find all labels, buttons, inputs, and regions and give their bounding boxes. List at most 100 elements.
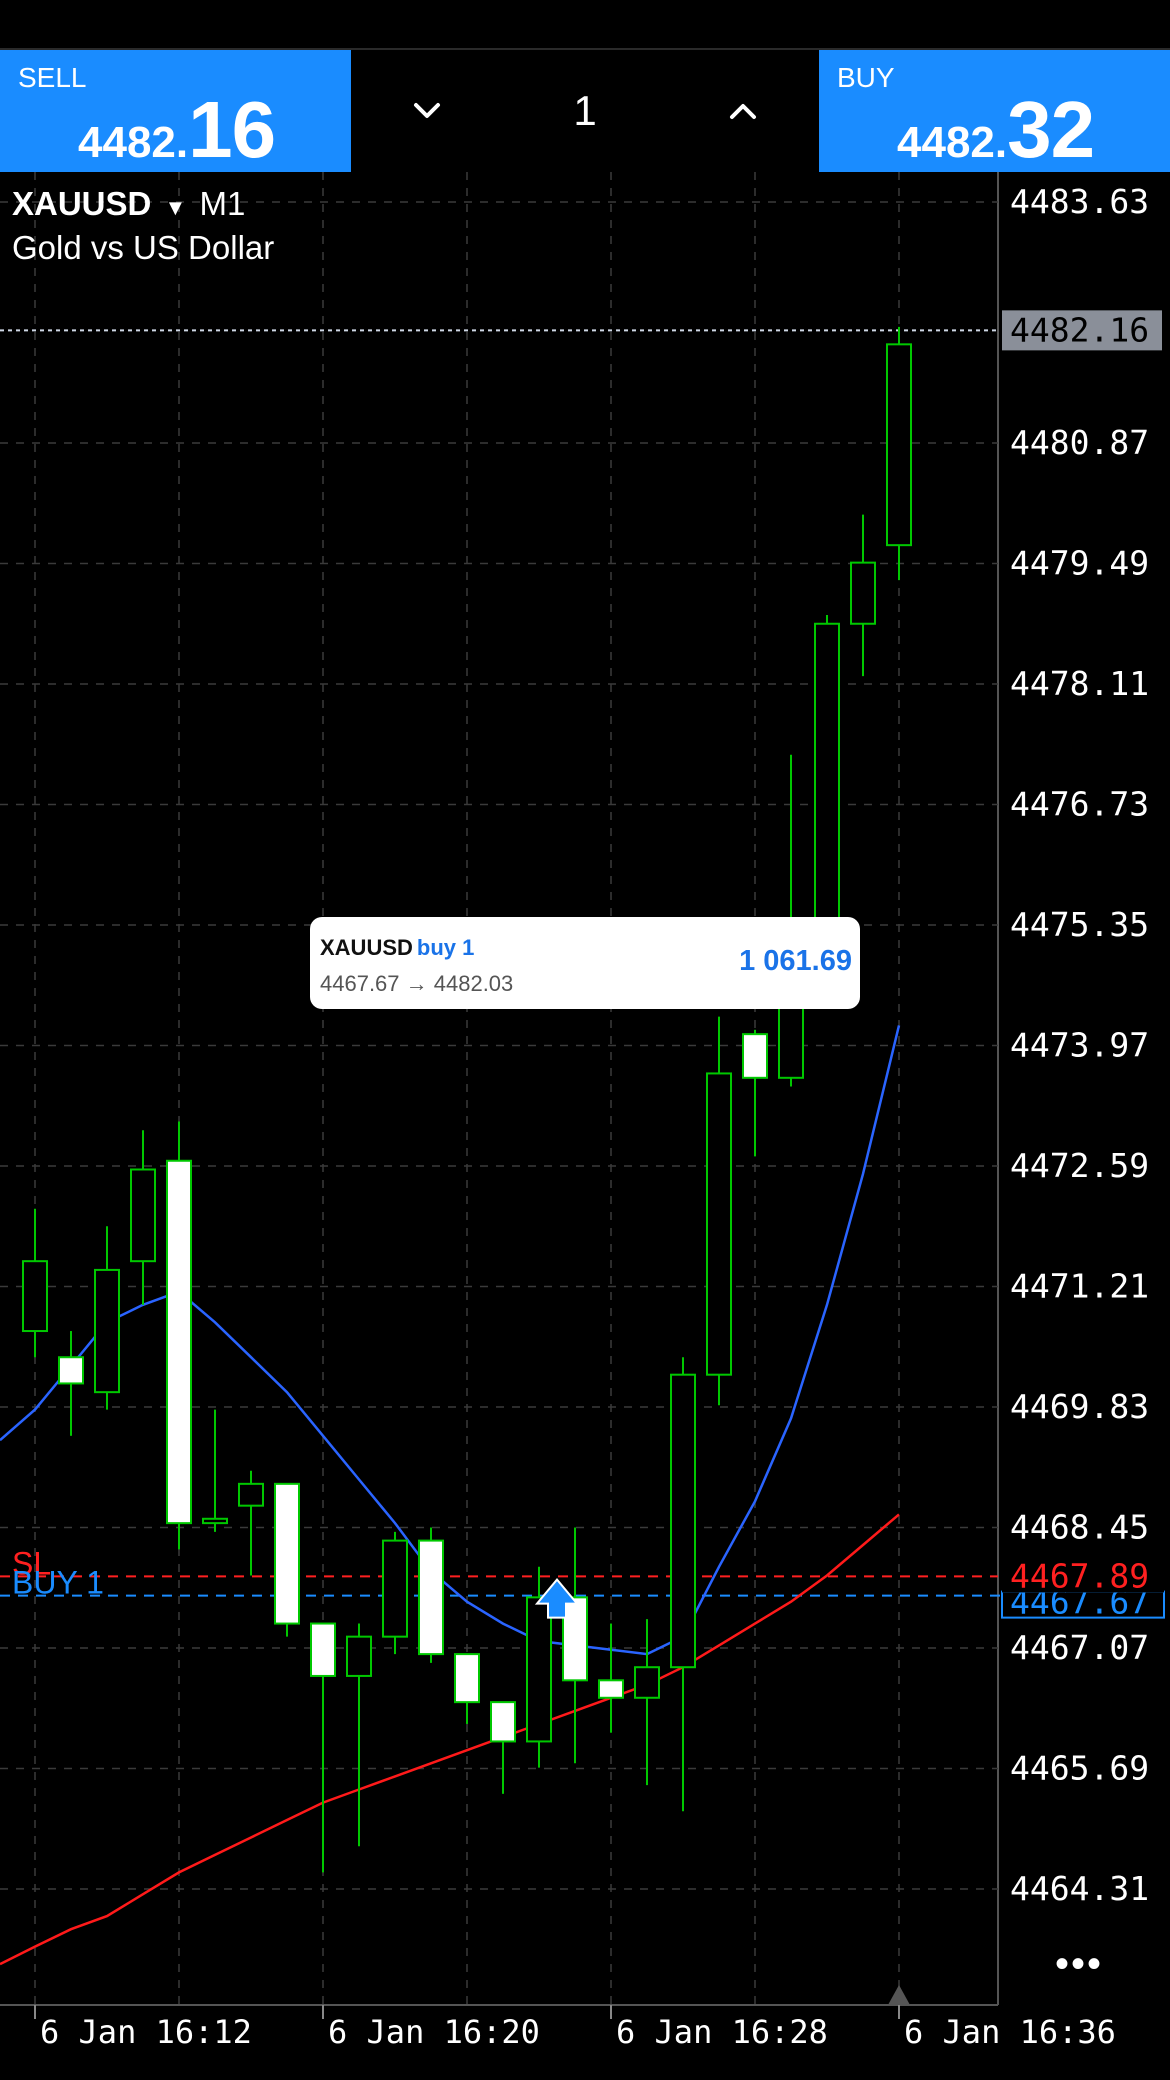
buy-price: 4482.32 <box>897 84 1095 176</box>
chart-shift-icon <box>888 1985 910 2005</box>
time-tick-label: 6 Jan 16:20 <box>328 2013 540 2051</box>
sell-price: 4482.16 <box>78 84 276 176</box>
price-tick-label: 4471.21 <box>1010 1267 1149 1306</box>
candle <box>274 1482 300 1637</box>
candle-body <box>670 1373 696 1669</box>
time-tick-label: 6 Jan 16:36 <box>904 2013 1116 2051</box>
candle <box>454 1653 480 1724</box>
candle-body <box>202 1517 228 1525</box>
ma-fast-line <box>0 1025 901 1656</box>
price-tick-label: 4479.49 <box>1010 544 1149 583</box>
candle <box>418 1527 444 1663</box>
current-price-tag-label: 4482.16 <box>1010 310 1149 349</box>
candle-body <box>58 1356 84 1385</box>
chart-header[interactable]: XAUUSD ▼ M1 Gold vs US Dollar <box>12 185 274 267</box>
candle-body <box>418 1539 444 1656</box>
candle-body <box>22 1260 48 1333</box>
symbol-description: Gold vs US Dollar <box>12 229 275 266</box>
sell-price-pips: 16 <box>188 85 276 174</box>
candle <box>238 1470 264 1576</box>
trade-popup-type: buy 1 <box>416 935 475 960</box>
price-tick-label: 4465.69 <box>1010 1749 1149 1788</box>
candle-body <box>94 1268 120 1394</box>
sl-price-tag-label: 4467.89 <box>1010 1556 1149 1595</box>
candle <box>58 1331 84 1436</box>
price-chart[interactable]: SLBUY 1 4483.634480.874479.494478.114476… <box>0 172 1170 2080</box>
time-axis: 6 Jan 16:12 6 Jan 16:20 6 Jan 16:28 6 Jan 1… <box>34 2005 1116 2051</box>
price-tick-label: 4480.87 <box>1010 423 1149 462</box>
price-axis: 4483.63 4480.87 4479.49 4478.11 4476.73 4475.… <box>1001 182 1165 1908</box>
candle <box>562 1527 588 1764</box>
timeframe-label: M1 <box>199 185 246 222</box>
trade-popup-profit: 1 061.69 <box>739 945 852 977</box>
buy-price-main: 4482. <box>897 118 1008 167</box>
candle <box>886 326 912 581</box>
sell-label: SELL <box>18 62 87 93</box>
candle-body <box>526 1596 552 1743</box>
buy-price-pips: 32 <box>1007 85 1095 174</box>
status-bar <box>0 0 1170 48</box>
candle-body <box>598 1679 624 1699</box>
time-tick-label: 6 Jan 16:28 <box>616 2013 828 2051</box>
price-tick-label: 4475.35 <box>1010 905 1149 944</box>
candle-body <box>886 343 912 547</box>
price-tick-label: 4468.45 <box>1010 1508 1149 1547</box>
trade-popup-prices: 4467.67 → 4482.03 <box>320 971 514 996</box>
candle <box>166 1121 192 1550</box>
trade-popup-symbol: XAUUSD <box>320 935 413 960</box>
candle <box>598 1623 624 1733</box>
candle <box>634 1619 660 1786</box>
ma-slow-line <box>0 1513 900 1966</box>
more-options-icon[interactable]: ••• <box>1055 1942 1103 1987</box>
volume-increase-button[interactable] <box>698 50 788 172</box>
price-tick-label: 4483.63 <box>1010 182 1149 221</box>
candle-body <box>238 1482 264 1507</box>
candle-body <box>634 1666 660 1699</box>
candle <box>670 1357 696 1812</box>
symbol-dropdown-icon: ▼ <box>164 195 187 220</box>
buy-button[interactable]: BUY 4482.32 <box>819 50 1170 174</box>
candle-body <box>130 1168 156 1263</box>
candle <box>202 1409 228 1532</box>
sell-price-main: 4482. <box>78 118 189 167</box>
candle-body <box>454 1653 480 1704</box>
candle <box>346 1623 372 1847</box>
candle-body <box>382 1539 408 1638</box>
candle-body <box>346 1635 372 1677</box>
sell-button[interactable]: SELL 4482.16 <box>0 50 351 174</box>
candle <box>130 1130 156 1305</box>
candle <box>94 1226 120 1410</box>
buy-line-label: BUY 1 <box>12 1565 104 1601</box>
candle <box>382 1531 408 1655</box>
volume-value[interactable]: 1 <box>527 50 643 172</box>
trade-popup[interactable]: XAUUSD buy 1 4467.67 → 4482.03 1 061.69 <box>310 917 860 1009</box>
candle <box>310 1622 336 1873</box>
candle <box>706 1016 732 1406</box>
chevron-up-icon <box>730 104 756 119</box>
candle <box>850 514 876 677</box>
symbol-name: XAUUSD <box>12 185 152 222</box>
price-tick-label: 4472.59 <box>1010 1146 1149 1185</box>
chevron-down-icon <box>414 103 440 118</box>
candle <box>490 1701 516 1794</box>
candle-body <box>166 1159 192 1525</box>
candle-body <box>310 1622 336 1677</box>
price-tick-label: 4464.31 <box>1010 1869 1149 1908</box>
price-tick-label: 4478.11 <box>1010 664 1149 703</box>
price-tick-label: 4473.97 <box>1010 1026 1149 1065</box>
trade-popup-title: XAUUSD buy 1 <box>320 935 474 961</box>
candle-body <box>274 1482 300 1625</box>
price-tick-label: 4469.83 <box>1010 1387 1149 1426</box>
candle <box>22 1208 48 1358</box>
candle-body <box>706 1072 732 1376</box>
volume-control: 1 <box>352 50 818 172</box>
candle-body <box>850 561 876 625</box>
time-tick-label: 6 Jan 16:12 <box>40 2013 252 2051</box>
price-tick-label: 4476.73 <box>1010 785 1149 824</box>
price-tick-label: 4467.07 <box>1010 1628 1149 1667</box>
candle-body <box>742 1033 768 1079</box>
candle-body <box>490 1701 516 1743</box>
buy-label: BUY <box>837 62 895 93</box>
candle <box>742 1029 768 1157</box>
volume-decrease-button[interactable] <box>382 50 472 172</box>
